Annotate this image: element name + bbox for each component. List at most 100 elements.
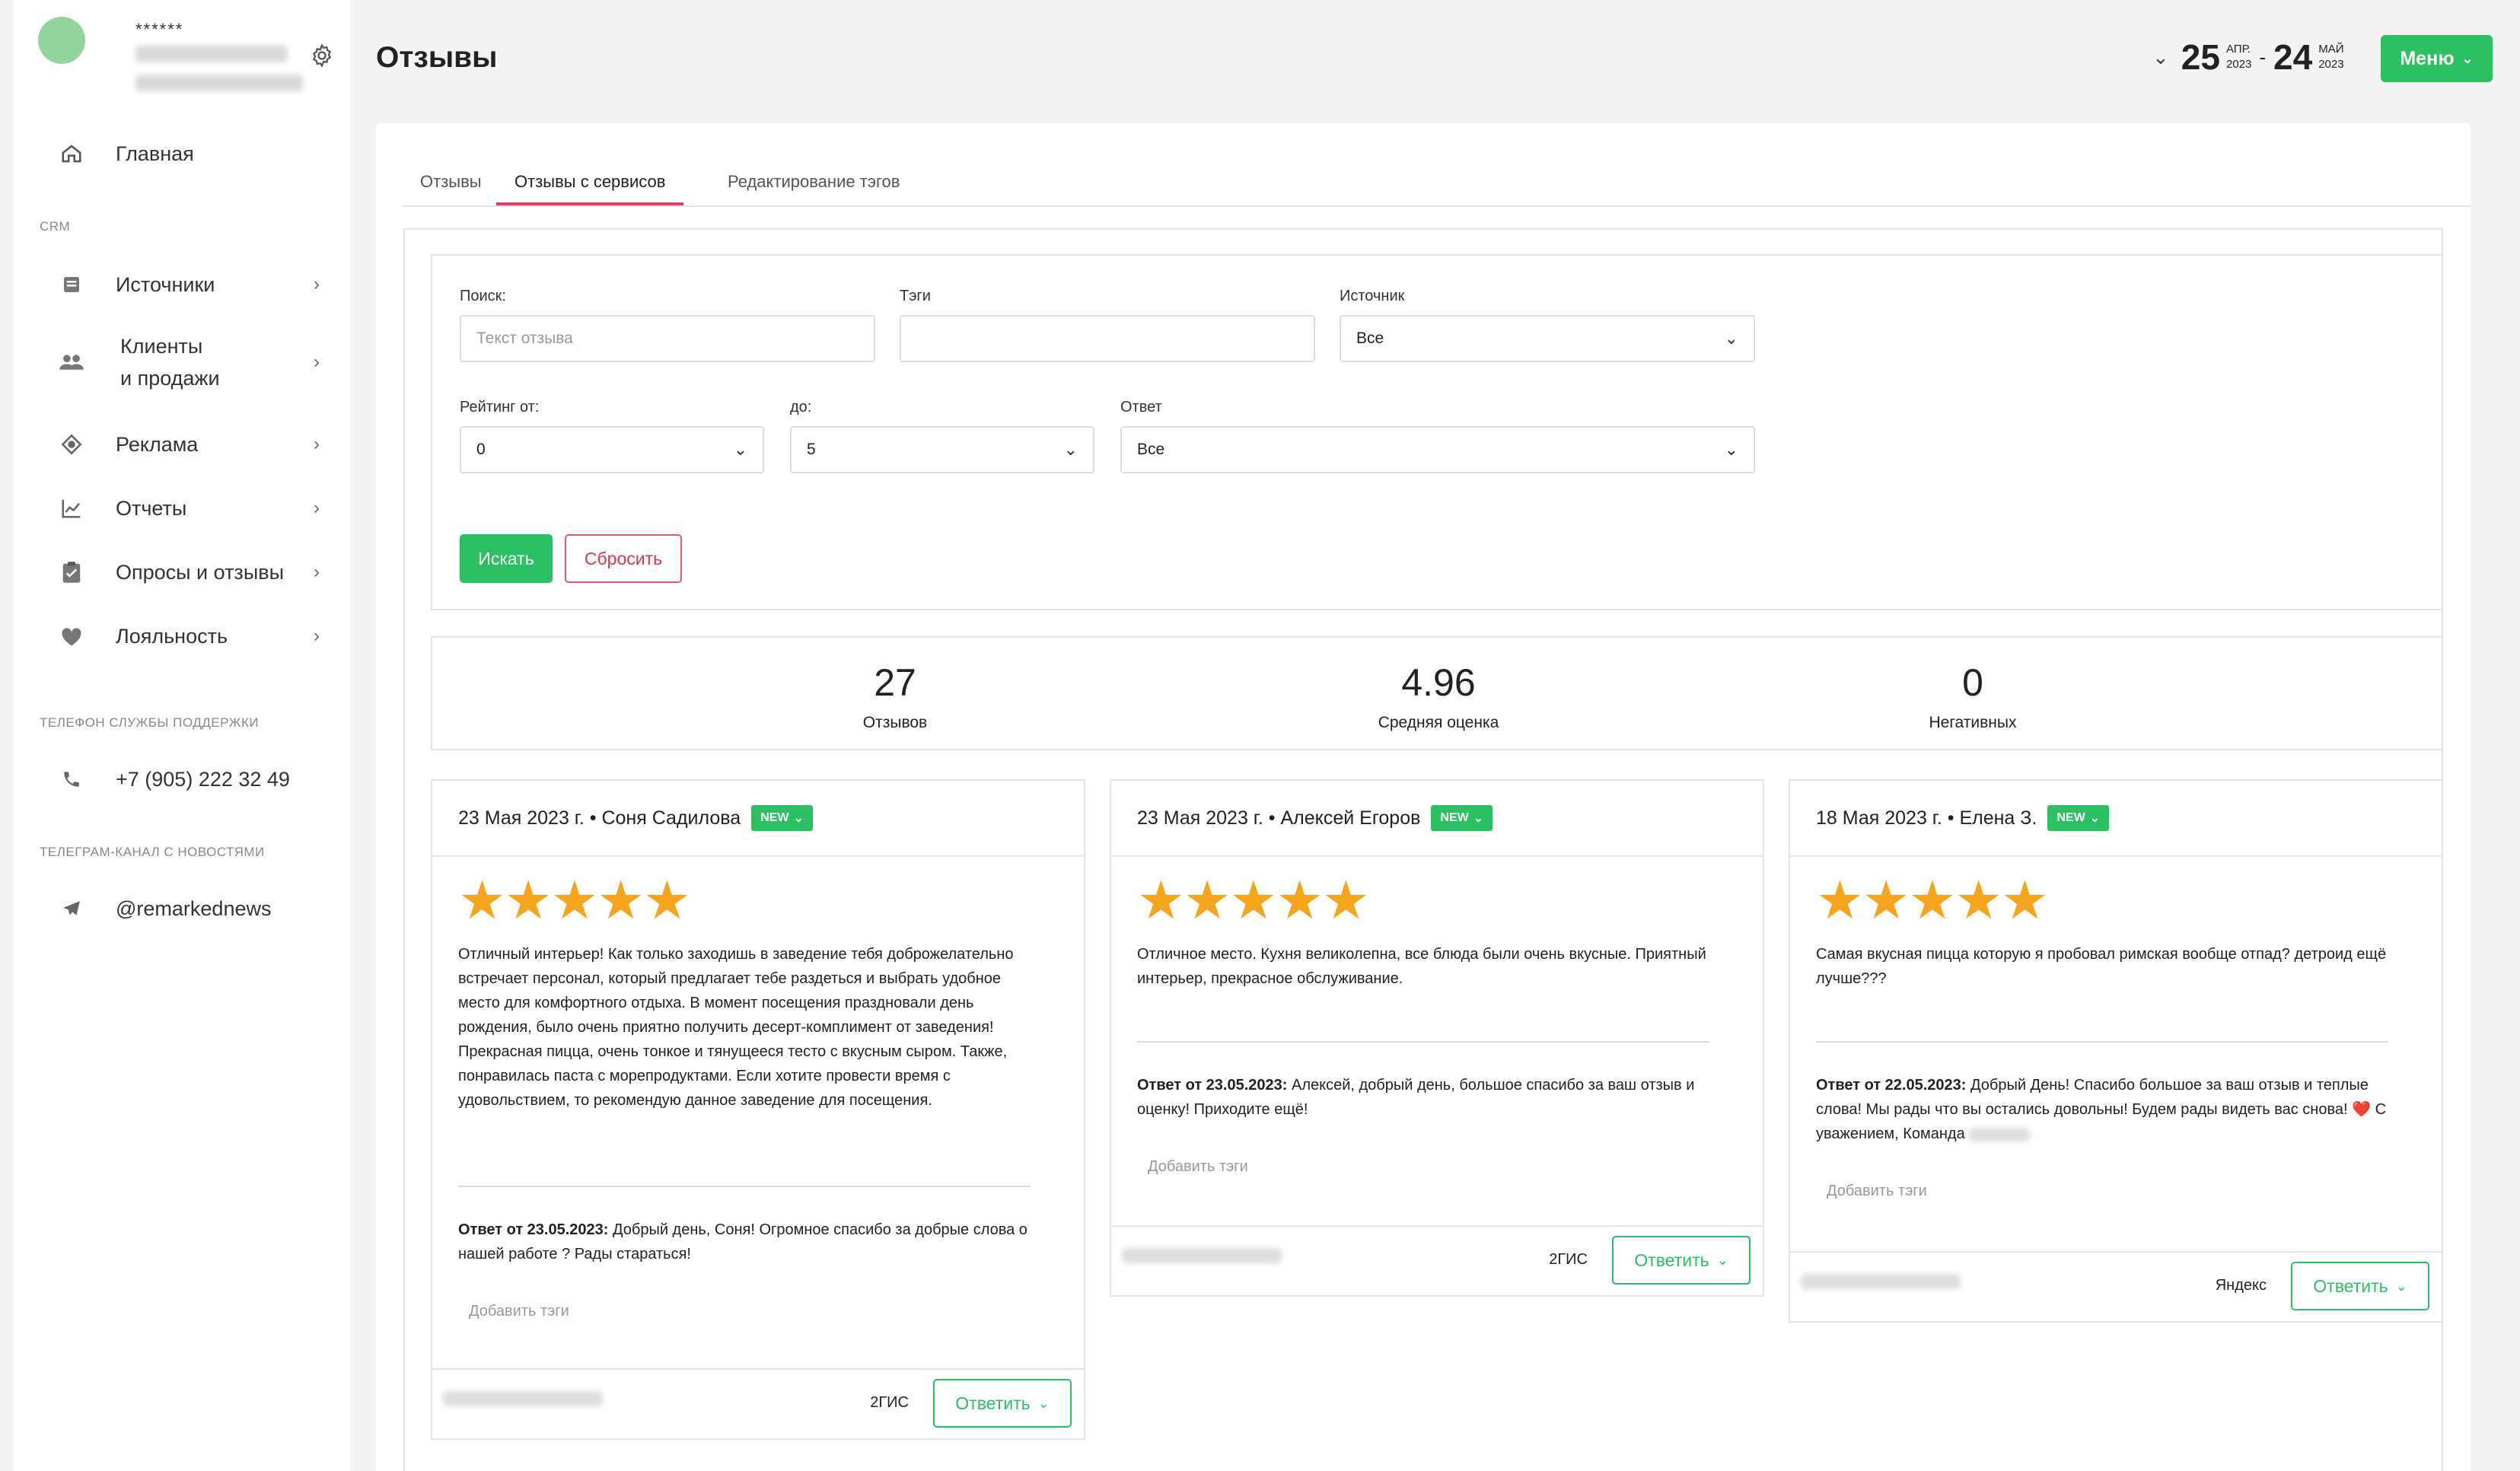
divider [458, 1186, 1031, 1187]
home-icon [56, 139, 87, 169]
sidebar-item-sources[interactable]: Источники › [56, 268, 330, 301]
review-card: 18 Мая 2023 г. • Елена З. NEW ⌄ ★★★★★ Сам… [1789, 779, 2443, 1323]
new-badge[interactable]: NEW ⌄ [1431, 805, 1493, 831]
reply-button[interactable]: Ответить ⌄ [933, 1379, 1072, 1428]
rating-stars: ★★★★★ [1137, 871, 1370, 930]
stat-value: 4.96 [1401, 661, 1476, 704]
review-card: 23 Мая 2023 г. • Алексей Егоров NEW ⌄ ★★★… [1110, 779, 1764, 1297]
clients-icon [56, 347, 87, 377]
reply-button-label: Ответить [955, 1393, 1031, 1413]
heart-emoji: ❤️ [2352, 1101, 2372, 1118]
review-footer: 2ГИС Ответить ⌄ [1111, 1225, 1763, 1295]
tags-input[interactable] [900, 315, 1315, 362]
chevron-down-icon: ⌄ [2461, 50, 2474, 66]
date-range-picker[interactable]: ⌄ 25 АПР. 2023 - 24 МАЙ 2023 [2152, 37, 2344, 78]
date-from-day: 25 [2181, 37, 2220, 77]
review-answer: Ответ от 23.05.2023: Добрый день, Соня! … [458, 1218, 1044, 1266]
chevron-down-icon: ⌄ [2395, 1278, 2407, 1294]
sidebar-item-home[interactable]: Главная [56, 137, 330, 170]
stat-value: 27 [874, 661, 916, 704]
sidebar-item-surveys[interactable]: Опросы и отзывы › [56, 556, 330, 589]
search-button[interactable]: Искать [460, 534, 553, 583]
rating-to-value: 5 [807, 441, 816, 458]
review-footer: Яндекс Ответить ⌄ [1790, 1251, 2442, 1321]
add-tags-link[interactable]: Добавить тэги [469, 1303, 569, 1320]
answer-label: Ответ [1120, 399, 1162, 416]
news-channel-link[interactable]: @remarkednews [56, 892, 330, 925]
chevron-down-icon[interactable]: ⌄ [2152, 46, 2169, 69]
add-tags-link[interactable]: Добавить тэги [1827, 1183, 1927, 1200]
sidebar-item-reports[interactable]: Отчеты › [56, 492, 330, 525]
source-select-value: Все [1356, 330, 1384, 347]
new-badge-label: NEW [760, 811, 789, 824]
date-to-year: 2023 [2318, 58, 2344, 71]
tab-edit-tags[interactable]: Редактирование тэгов [709, 169, 918, 205]
new-badge[interactable]: NEW ⌄ [751, 805, 813, 831]
sidebar-item-ads[interactable]: Реклама › [56, 428, 330, 461]
source-select[interactable]: Все ⌄ [1340, 315, 1755, 362]
rating-to-select[interactable]: 5 ⌄ [790, 426, 1094, 473]
crm-section-label: CRM [40, 219, 71, 234]
review-answer: Ответ от 22.05.2023: Добрый День! Спасиб… [1816, 1073, 2402, 1146]
sidebar-item-label: Главная [116, 142, 194, 165]
stat-reviews-count: 27 Отзывов [781, 661, 1009, 732]
rating-to-label: до: [790, 399, 812, 416]
chevron-down-icon: ⌄ [793, 812, 804, 825]
reply-button[interactable]: Ответить ⌄ [1612, 1236, 1751, 1285]
ads-icon [56, 429, 87, 460]
reports-icon [56, 493, 87, 524]
avatar[interactable] [38, 17, 85, 64]
menu-button[interactable]: Меню ⌄ [2381, 35, 2493, 82]
date-from-month-year: АПР. 2023 [2226, 42, 2251, 72]
support-phone-text: +7 (905) 222 32 49 [116, 767, 290, 791]
date-to-day: 24 [2273, 37, 2313, 77]
new-badge[interactable]: NEW ⌄ [2047, 805, 2110, 831]
reply-button[interactable]: Ответить ⌄ [2291, 1262, 2429, 1310]
content-panel: Поиск: Текст отзыва Тэги Источник Все ⌄ … [403, 228, 2443, 1471]
stat-value: 0 [1962, 661, 1983, 704]
tab-reviews[interactable]: Отзывы [402, 169, 500, 205]
main-card: Отзывы Отзывы с сервисов Редактирование … [376, 123, 2471, 1471]
rating-from-select[interactable]: 0 ⌄ [460, 426, 764, 473]
new-badge-label: NEW [2056, 811, 2085, 824]
answer-prefix: Ответ от 23.05.2023: [458, 1221, 609, 1238]
news-section-label: ТЕЛЕГРАМ-КАНАЛ С НОВОСТЯМИ [40, 845, 265, 859]
reply-button-label: Ответить [1634, 1250, 1709, 1270]
review-date-author: 18 Мая 2023 г. • Елена З. [1816, 807, 2037, 829]
heart-icon [56, 621, 87, 651]
chevron-right-icon: › [314, 626, 320, 646]
reset-button[interactable]: Сбросить [565, 534, 682, 583]
date-to-month-year: МАЙ 2023 [2318, 42, 2343, 72]
phone-icon [56, 764, 87, 794]
tab-service-reviews[interactable]: Отзывы с сервисов [496, 169, 684, 205]
chevron-right-icon: › [314, 562, 320, 582]
sidebar-item-clients[interactable]: Клиенты и продажи › [56, 330, 330, 394]
review-source: Яндекс [2215, 1277, 2267, 1294]
chevron-right-icon: › [314, 274, 320, 295]
team-name [1969, 1127, 2031, 1141]
tags-label: Тэги [900, 288, 931, 304]
date-dash: - [2259, 45, 2267, 68]
divider [1816, 1041, 2388, 1043]
telegram-icon [56, 893, 87, 924]
author-contact [1801, 1274, 1961, 1289]
chevron-down-icon: ⌄ [733, 440, 747, 459]
sidebar-item-label: Источники [116, 272, 215, 296]
add-tags-link[interactable]: Добавить тэги [1148, 1158, 1248, 1176]
sidebar-item-label: Клиенты и продажи [120, 335, 220, 390]
user-block[interactable]: ****** [38, 17, 335, 93]
answer-select[interactable]: Все ⌄ [1120, 426, 1755, 473]
sidebar: ****** Главная CRM Источники › Клиенты и… [14, 0, 350, 1471]
answer-prefix: Ответ от 22.05.2023: [1816, 1077, 1967, 1094]
review-source: 2ГИС [1549, 1251, 1588, 1268]
sidebar-item-loyalty[interactable]: Лояльность › [56, 619, 330, 653]
search-input[interactable]: Текст отзыва [460, 315, 875, 362]
source-label: Источник [1340, 288, 1405, 304]
divider [1137, 1041, 1709, 1043]
reply-button-label: Ответить [2313, 1275, 2388, 1296]
gear-icon[interactable] [309, 43, 335, 68]
support-phone[interactable]: +7 (905) 222 32 49 [56, 763, 330, 796]
review-footer: 2ГИС Ответить ⌄ [432, 1368, 1084, 1438]
chevron-right-icon: › [314, 498, 320, 518]
chevron-down-icon: ⌄ [1716, 1252, 1728, 1268]
